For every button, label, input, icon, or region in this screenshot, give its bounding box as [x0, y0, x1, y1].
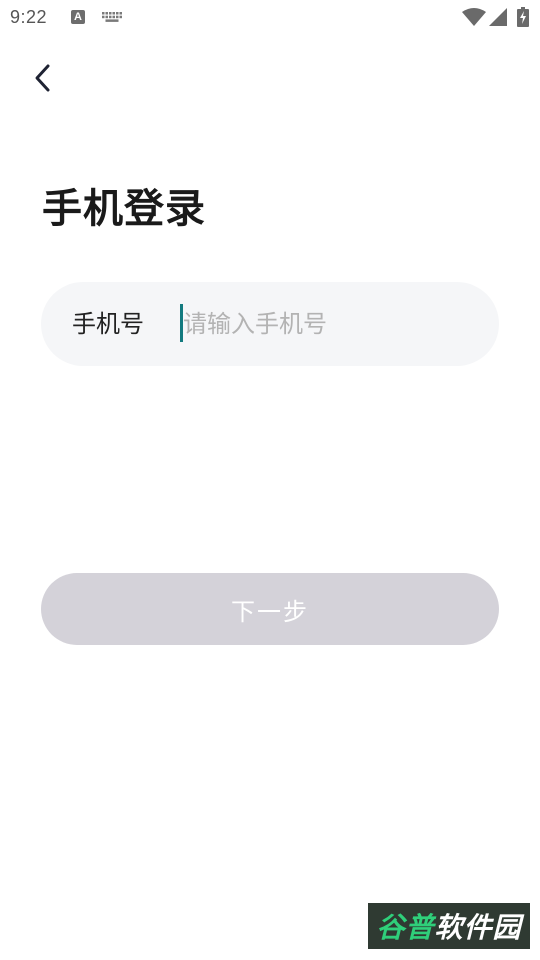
watermark-part2: 软件园	[434, 911, 522, 944]
battery-charging-icon	[517, 7, 529, 27]
status-time: 9:22	[10, 7, 48, 27]
chevron-left-icon	[35, 64, 50, 92]
a-badge-icon: A	[71, 10, 85, 24]
watermark-logo: 谷普 软件园	[368, 903, 530, 949]
keyboard-icon	[102, 12, 122, 22]
back-button[interactable]	[22, 58, 62, 98]
signal-icon	[489, 8, 507, 26]
status-bar: 9:22 A	[0, 0, 540, 36]
phone-input[interactable]	[183, 302, 473, 346]
phone-field[interactable]: 手机号	[41, 282, 499, 366]
wifi-icon	[462, 8, 486, 26]
next-button[interactable]: 下一步	[41, 573, 499, 645]
page-title: 手机登录	[42, 186, 206, 232]
phone-label: 手机号	[72, 310, 144, 338]
watermark-part1: 谷普	[376, 911, 435, 944]
